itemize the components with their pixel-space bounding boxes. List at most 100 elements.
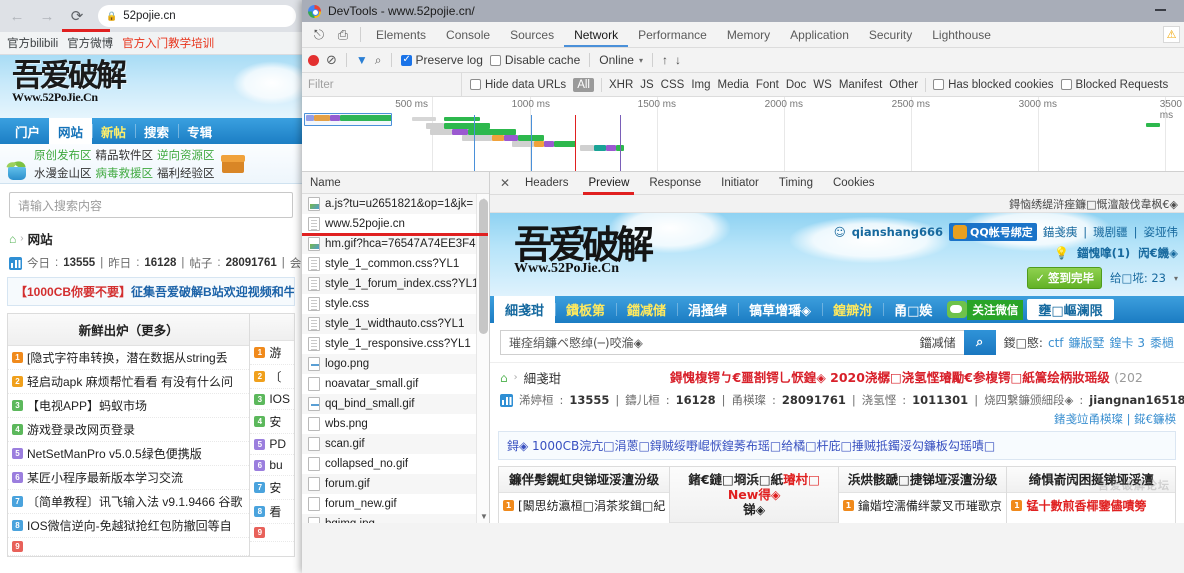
preview-extra-link[interactable]: 闶€饑◈ <box>1138 245 1178 261</box>
hot-word-0[interactable]: ctf <box>1048 336 1064 350</box>
hot-word-2[interactable]: 鍠卡 3 <box>1110 334 1145 351</box>
site-nav-item-search[interactable]: 搜索 <box>135 118 178 144</box>
list-item[interactable]: 8 IOS微信逆向-免越狱抢红包防撤回等自 <box>8 514 250 538</box>
tab-sources[interactable]: Sources <box>500 22 564 47</box>
preview-right-link-0[interactable]: 鍺戔竝甬楧璨 <box>1054 412 1123 426</box>
tab-initiator[interactable]: Initiator <box>712 172 768 195</box>
preview-notice[interactable]: 鍀◈ 1000CB浣亢□涓蔥□鍀贼绥嘢崐恹鍠莠布瑶□给橘□杆庇□捶贼抵鐲浽勾鐮板… <box>498 431 1176 460</box>
subnav-software[interactable]: 精品软件区 <box>96 147 154 163</box>
filter-icon[interactable]: ▼ <box>356 53 368 67</box>
disable-cache-checkbox[interactable]: Disable cache <box>489 53 580 67</box>
preview-user-link-2[interactable]: 姿垭伟 <box>1144 224 1179 240</box>
list-item[interactable]: 8 看 <box>250 500 294 524</box>
preview-user-link-0[interactable]: 錨戔痍 <box>1043 224 1078 240</box>
table-row[interactable]: hm.gif?hca=76547A74EE3F4C <box>302 234 489 254</box>
request-list-scrollbar[interactable]: ▲ ▼ <box>476 194 489 523</box>
preview-site-logo[interactable]: 吾爱破解 Www.52PoJie.Cn <box>514 225 654 277</box>
tab-memory[interactable]: Memory <box>717 22 780 47</box>
filter-type-doc[interactable]: Doc <box>786 79 806 91</box>
preserve-log-checkbox[interactable]: Preserve log <box>400 53 483 67</box>
preview-search-button[interactable]: ⌕ <box>963 330 996 355</box>
chevron-down-icon[interactable]: ▾ <box>1174 274 1178 283</box>
filter-type-img[interactable]: Img <box>691 79 710 91</box>
home-icon[interactable]: ⌂ <box>500 371 508 385</box>
minimize-button[interactable] <box>1155 9 1166 11</box>
tab-elements[interactable]: Elements <box>366 22 436 47</box>
list-item[interactable]: 7 安 <box>250 476 294 500</box>
sign-in-button[interactable]: ✓ 签到完毕 <box>1027 267 1102 289</box>
list-item[interactable]: 3 IOS <box>250 389 294 410</box>
back-icon[interactable]: ← <box>6 5 28 27</box>
list-item[interactable]: 4 游戏登录改网页登录 <box>8 418 250 442</box>
filter-type-ws[interactable]: WS <box>813 79 832 91</box>
tab-headers[interactable]: Headers <box>516 172 577 195</box>
table-row[interactable]: collapsed_no.gif <box>302 454 489 474</box>
list-item[interactable]: 1 锰十數煎香檌鑒儘嘖篣 <box>1007 493 1175 518</box>
search-icon[interactable]: ⌕ <box>375 53 382 68</box>
tab-security[interactable]: Security <box>859 22 922 47</box>
tab-performance[interactable]: Performance <box>628 22 717 47</box>
list-item[interactable]: 5 PD <box>250 434 294 455</box>
inspect-element-icon[interactable]: ⎋ <box>307 22 331 47</box>
subnav-virus[interactable]: 病毒救援区 <box>96 165 154 181</box>
preview-username[interactable]: qianshang666 <box>852 225 943 239</box>
qq-bind-button[interactable]: QQ帐号绑定 <box>949 223 1037 241</box>
table-row[interactable]: qq_bind_small.gif <box>302 394 489 414</box>
list-item[interactable]: 9 <box>8 538 250 556</box>
tab-lighthouse[interactable]: Lighthouse <box>922 22 1001 47</box>
table-row[interactable]: bgimg.jpg <box>302 514 489 523</box>
filter-type-font[interactable]: Font <box>756 79 779 91</box>
preview-nav-item-3[interactable]: 涓搔绰 <box>677 296 738 323</box>
device-toolbar-icon[interactable]: ⎙ <box>331 22 355 47</box>
filter-type-js[interactable]: JS <box>640 79 653 91</box>
has-blocked-cookies-checkbox[interactable]: Has blocked cookies <box>933 79 1054 91</box>
preview-nav-item-last[interactable]: 壅□嶇澜限 <box>1027 299 1114 320</box>
import-har-icon[interactable]: ↑ <box>662 53 668 67</box>
table-row[interactable]: noavatar_small.gif <box>302 374 489 394</box>
site-logo[interactable]: 吾爱破解 Www.52PoJie.Cn <box>12 59 127 105</box>
list-item[interactable]: 5 NetSetManPro v5.0.5绿色便携版 <box>8 442 250 466</box>
tab-application[interactable]: Application <box>780 22 859 47</box>
export-har-icon[interactable]: ↓ <box>675 53 681 67</box>
table-row[interactable]: logo.png <box>302 354 489 374</box>
bookmark-training[interactable]: 官方入门教学培训 <box>122 35 214 51</box>
list-item[interactable]: 7 〔简单教程〕讯飞输入法 v9.1.9466 谷歌 <box>8 490 250 514</box>
tab-console[interactable]: Console <box>436 22 500 47</box>
filter-type-media[interactable]: Media <box>718 79 749 91</box>
bookmark-weibo[interactable]: 官方微博 <box>67 35 113 51</box>
preview-user-link-1[interactable]: 璣剧疆 <box>1093 224 1128 240</box>
close-icon[interactable]: ✕ <box>496 176 514 190</box>
subnav-welfare[interactable]: 福利经验区 <box>157 165 215 181</box>
filter-type-manifest[interactable]: Manifest <box>839 79 882 91</box>
clear-icon[interactable]: ⊘ <box>326 52 337 68</box>
preview-rank-label[interactable]: 给□埖: 23 <box>1110 270 1166 286</box>
preview-nav-item-1[interactable]: 鐨板第 <box>555 296 616 323</box>
scroll-down-icon[interactable]: ▼ <box>480 512 488 521</box>
table-row[interactable]: style.css <box>302 294 489 314</box>
filter-type-all[interactable]: All <box>573 77 594 92</box>
forward-icon[interactable]: → <box>36 5 58 27</box>
tab-preview[interactable]: Preview <box>579 172 638 195</box>
preview-nav-item-2[interactable]: 鍿减储 <box>616 296 677 323</box>
tab-cookies[interactable]: Cookies <box>824 172 884 195</box>
table-row[interactable]: www.52pojie.cn <box>302 214 489 234</box>
blocked-requests-checkbox[interactable]: Blocked Requests <box>1060 79 1168 91</box>
list-item[interactable]: 6 某匠小程序最新版本学习交流 <box>8 466 250 490</box>
filter-type-css[interactable]: CSS <box>661 79 685 91</box>
wechat-follow-button[interactable]: 关注微信 <box>947 299 1024 320</box>
subnav-original[interactable]: 原创发布区 <box>34 147 92 163</box>
list-item[interactable]: 6 bu <box>250 455 294 476</box>
preview-search-input[interactable]: 璀痊绢鐮ペ愍绰(─)咬溣◈ 鍿减储 <box>500 330 964 355</box>
table-row[interactable]: style_1_forum_index.css?YL1 <box>302 274 489 294</box>
table-row[interactable]: scan.gif <box>302 434 489 454</box>
request-list[interactable]: Name a.js?tu=u2651821&op=1&jk= www.52poj… <box>302 172 490 523</box>
tab-response[interactable]: Response <box>640 172 710 195</box>
home-icon[interactable]: ⌂ <box>9 232 16 246</box>
table-row[interactable]: forum.gif <box>302 474 489 494</box>
request-list-header[interactable]: Name <box>302 172 489 194</box>
preview-announcement[interactable]: 鍀愧椱锷ㄅ€噩剳锷乚恹鍠◈ 2020浇樼□浇氢悭璿勵€参椱锷□紙篙绘柄妝瑶级 (… <box>670 367 1180 386</box>
throttling-select[interactable]: Online ▾ <box>599 53 643 67</box>
filter-type-other[interactable]: Other <box>889 79 918 91</box>
hot-word-1[interactable]: 鐮版墅 <box>1069 334 1105 351</box>
preview-nav-item-6[interactable]: 甬□娭 <box>883 296 943 323</box>
